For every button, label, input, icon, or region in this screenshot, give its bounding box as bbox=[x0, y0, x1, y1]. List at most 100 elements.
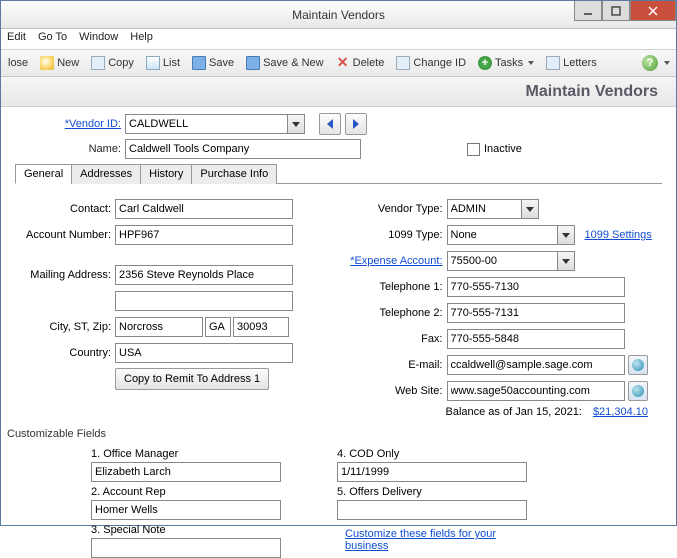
menu-window[interactable]: Window bbox=[79, 31, 118, 47]
left-column: Contact: Account Number: Mailing Address… bbox=[7, 198, 327, 418]
inactive-checkbox[interactable] bbox=[467, 143, 480, 156]
email-input[interactable] bbox=[447, 355, 625, 375]
custom-field-4-input[interactable] bbox=[337, 462, 527, 482]
customizable-fields-title: Customizable Fields bbox=[7, 428, 658, 440]
telephone-1-label: Telephone 1: bbox=[339, 281, 447, 293]
city-input[interactable] bbox=[115, 317, 203, 337]
page-title: Maintain Vendors bbox=[526, 83, 658, 101]
contact-input[interactable] bbox=[115, 199, 293, 219]
telephone-2-label: Telephone 2: bbox=[339, 307, 447, 319]
custom-field-3-input[interactable] bbox=[91, 538, 281, 558]
1099-type-dropdown[interactable] bbox=[557, 225, 575, 245]
custom-field-2-input[interactable] bbox=[91, 500, 281, 520]
account-number-label: Account Number: bbox=[7, 229, 115, 241]
email-label: E-mail: bbox=[339, 359, 447, 371]
save-new-button[interactable]: Save & New bbox=[241, 53, 329, 73]
menu-goto[interactable]: Go To bbox=[38, 31, 67, 47]
customizable-fields-section: Customizable Fields 1. Office Manager 2.… bbox=[1, 422, 676, 558]
1099-settings-link[interactable]: 1099 Settings bbox=[585, 229, 652, 241]
globe-icon bbox=[632, 385, 644, 397]
account-number-input[interactable] bbox=[115, 225, 293, 245]
delete-button[interactable]: ✕Delete bbox=[331, 53, 390, 73]
name-label: Name: bbox=[15, 143, 125, 155]
chevron-down-icon bbox=[292, 122, 300, 127]
help-icon[interactable]: ? bbox=[642, 55, 658, 71]
list-icon bbox=[146, 56, 160, 70]
custom-field-4-label: 4. COD Only bbox=[337, 448, 527, 460]
save-icon bbox=[246, 56, 260, 70]
tasks-button[interactable]: +Tasks bbox=[473, 53, 539, 73]
letters-icon bbox=[546, 56, 560, 70]
inactive-label: Inactive bbox=[484, 143, 522, 155]
vendor-id-label: Vendor ID: bbox=[15, 118, 125, 130]
email-launch-button[interactable] bbox=[628, 355, 648, 375]
close-button[interactable] bbox=[630, 1, 676, 21]
state-input[interactable] bbox=[205, 317, 231, 337]
new-icon bbox=[40, 56, 54, 70]
vendor-type-dropdown[interactable] bbox=[521, 199, 539, 219]
telephone-2-input[interactable] bbox=[447, 303, 625, 323]
mailing-address-2-input[interactable] bbox=[115, 291, 293, 311]
tab-general[interactable]: General bbox=[15, 164, 72, 184]
expense-account-input[interactable] bbox=[447, 251, 557, 271]
name-input[interactable] bbox=[125, 139, 361, 159]
1099-type-input[interactable] bbox=[447, 225, 557, 245]
fax-input[interactable] bbox=[447, 329, 625, 349]
triangle-right-icon bbox=[353, 119, 359, 129]
country-input[interactable] bbox=[115, 343, 293, 363]
website-launch-button[interactable] bbox=[628, 381, 648, 401]
expense-account-combo[interactable] bbox=[447, 251, 575, 271]
tab-history[interactable]: History bbox=[140, 164, 192, 184]
balance-link[interactable]: $21,304.10 bbox=[593, 406, 648, 418]
new-button[interactable]: New bbox=[35, 53, 84, 73]
next-record-button[interactable] bbox=[345, 113, 367, 135]
copy-button[interactable]: Copy bbox=[86, 53, 139, 73]
prev-record-button[interactable] bbox=[319, 113, 341, 135]
right-column: Vendor Type: 1099 Type: 1099 Settings Ex… bbox=[339, 198, 659, 418]
save-button[interactable]: Save bbox=[187, 53, 239, 73]
copy-icon bbox=[91, 56, 105, 70]
tab-addresses[interactable]: Addresses bbox=[71, 164, 141, 184]
tab-purchase-info[interactable]: Purchase Info bbox=[191, 164, 277, 184]
menu-bar: Edit Go To Window Help bbox=[1, 29, 676, 49]
change-id-button[interactable]: Change ID bbox=[391, 53, 471, 73]
page-header: Maintain Vendors bbox=[1, 77, 676, 107]
website-label: Web Site: bbox=[339, 385, 447, 397]
maximize-button[interactable] bbox=[602, 1, 630, 21]
custom-field-1-input[interactable] bbox=[91, 462, 281, 482]
contact-label: Contact: bbox=[7, 203, 115, 215]
website-input[interactable] bbox=[447, 381, 625, 401]
zip-input[interactable] bbox=[233, 317, 289, 337]
custom-field-5-input[interactable] bbox=[337, 500, 527, 520]
tab-strip: General Addresses History Purchase Info bbox=[15, 163, 662, 184]
mailing-address-label: Mailing Address: bbox=[7, 269, 115, 281]
minimize-button[interactable] bbox=[574, 1, 602, 21]
custom-field-2-label: 2. Account Rep bbox=[91, 486, 281, 498]
copy-to-remit-button[interactable]: Copy to Remit To Address 1 bbox=[115, 368, 269, 390]
vendor-type-label: Vendor Type: bbox=[339, 203, 447, 215]
changeid-icon bbox=[396, 56, 410, 70]
custom-field-5-label: 5. Offers Delivery bbox=[337, 486, 527, 498]
1099-type-label: 1099 Type: bbox=[339, 229, 447, 241]
expense-account-label[interactable]: Expense Account: bbox=[339, 255, 447, 267]
vendor-id-input[interactable] bbox=[125, 114, 287, 134]
1099-type-combo[interactable] bbox=[447, 225, 575, 245]
chevron-down-icon bbox=[528, 61, 534, 65]
vendor-id-dropdown[interactable] bbox=[287, 114, 305, 134]
mailing-address-1-input[interactable] bbox=[115, 265, 293, 285]
menu-help[interactable]: Help bbox=[130, 31, 153, 47]
toolbar: lose New Copy List Save Save & New ✕Dele… bbox=[1, 49, 676, 77]
expense-account-dropdown[interactable] bbox=[557, 251, 575, 271]
vendor-type-combo[interactable] bbox=[447, 199, 539, 219]
fax-label: Fax: bbox=[339, 333, 447, 345]
delete-icon: ✕ bbox=[336, 56, 350, 70]
close-record-button[interactable]: lose bbox=[3, 54, 33, 72]
menu-edit[interactable]: Edit bbox=[7, 31, 26, 47]
letters-button[interactable]: Letters bbox=[541, 53, 602, 73]
customize-fields-link[interactable]: Customize these fields for your business bbox=[345, 528, 527, 552]
chevron-down-icon[interactable] bbox=[664, 61, 670, 65]
list-button[interactable]: List bbox=[141, 53, 185, 73]
vendor-type-input[interactable] bbox=[447, 199, 521, 219]
telephone-1-input[interactable] bbox=[447, 277, 625, 297]
vendor-id-combo[interactable] bbox=[125, 114, 305, 134]
